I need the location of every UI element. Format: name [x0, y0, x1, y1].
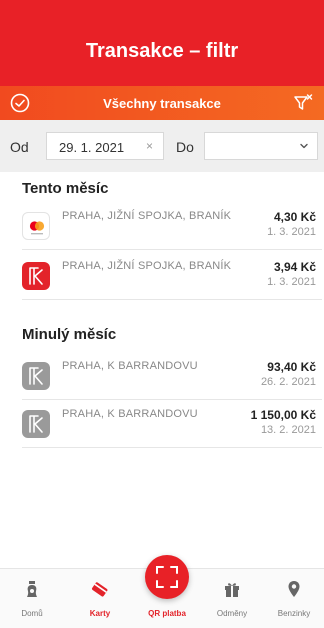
- transaction-date: 13. 2. 2021: [260, 424, 316, 436]
- date-range-row: Od 29. 1. 2021 × Do: [0, 120, 324, 172]
- merchant-name: PRAHA, K BARRANDOVU: [62, 408, 198, 420]
- cards-icon: [91, 582, 108, 597]
- filter-label[interactable]: Všechny transakce: [0, 96, 324, 111]
- merchant-name: PRAHA, JIŽNÍ SPOJKA, BRANÍK: [62, 260, 232, 272]
- merchant-name: PRAHA, JIŽNÍ SPOJKA, BRANÍK: [62, 210, 232, 222]
- date-from-value: 29. 1. 2021: [59, 140, 125, 155]
- date-to-field[interactable]: [204, 132, 318, 160]
- toll-gray-icon: [22, 410, 50, 438]
- transaction-date: 26. 2. 2021: [260, 376, 316, 388]
- transaction-row[interactable]: PRAHA, K BARRANDOVU 1 150,00 Kč 13. 2. 2…: [22, 404, 322, 448]
- date-to-label: Do: [176, 139, 194, 155]
- nav-item-rewards[interactable]: Odměny: [200, 569, 264, 628]
- clear-date-button[interactable]: ×: [146, 139, 153, 153]
- section-title-last-month: Minulý měsíc: [22, 326, 117, 343]
- nav-label: Benzinky: [277, 609, 311, 618]
- nav-label: Odměny: [216, 609, 248, 618]
- qr-payment-button[interactable]: [145, 555, 189, 599]
- qr-scan-icon: [156, 566, 178, 588]
- transaction-date: 1. 3. 2021: [267, 276, 316, 288]
- nav-item-stations[interactable]: Benzinky: [262, 569, 324, 628]
- date-from-field[interactable]: 29. 1. 2021 ×: [46, 132, 164, 160]
- merchant-name: PRAHA, K BARRANDOVU: [62, 360, 198, 372]
- nav-label: Karty: [89, 609, 111, 618]
- filter-bar[interactable]: Všechny transakce: [0, 86, 324, 120]
- nav-label: QR platba: [148, 609, 186, 618]
- transaction-row[interactable]: PRAHA, K BARRANDOVU 93,40 Kč 26. 2. 2021: [22, 356, 322, 400]
- page-title: Transakce – filtr: [85, 40, 239, 62]
- transaction-row[interactable]: PRAHA, JIŽNÍ SPOJKA, BRANÍK 3,94 Kč 1. 3…: [22, 256, 322, 300]
- toll-gray-icon: [22, 362, 50, 390]
- transaction-amount: 4,30 Kč: [273, 210, 316, 224]
- transaction-row[interactable]: PRAHA, JIŽNÍ SPOJKA, BRANÍK 4,30 Kč 1. 3…: [22, 206, 322, 250]
- gift-icon: [225, 583, 239, 597]
- nav-label: Domů: [21, 609, 43, 618]
- nav-item-cards[interactable]: Karty: [68, 569, 132, 628]
- home-icon: [27, 581, 37, 597]
- date-from-label: Od: [10, 139, 29, 155]
- transaction-amount: 93,40 Kč: [267, 360, 316, 374]
- filter-clear-icon[interactable]: [292, 92, 314, 114]
- app-header: Transakce – filtr: [0, 0, 324, 86]
- chevron-down-icon: [300, 143, 308, 149]
- section-title-this-month: Tento měsíc: [22, 180, 109, 197]
- location-pin-icon: [288, 581, 300, 597]
- nav-item-home[interactable]: Domů: [0, 569, 64, 628]
- mastercard-icon: [22, 212, 50, 240]
- toll-brand-icon: [22, 262, 50, 290]
- transaction-date: 1. 3. 2021: [267, 226, 316, 238]
- transaction-amount: 3,94 Kč: [273, 260, 316, 274]
- transaction-amount: 1 150,00 Kč: [250, 408, 316, 422]
